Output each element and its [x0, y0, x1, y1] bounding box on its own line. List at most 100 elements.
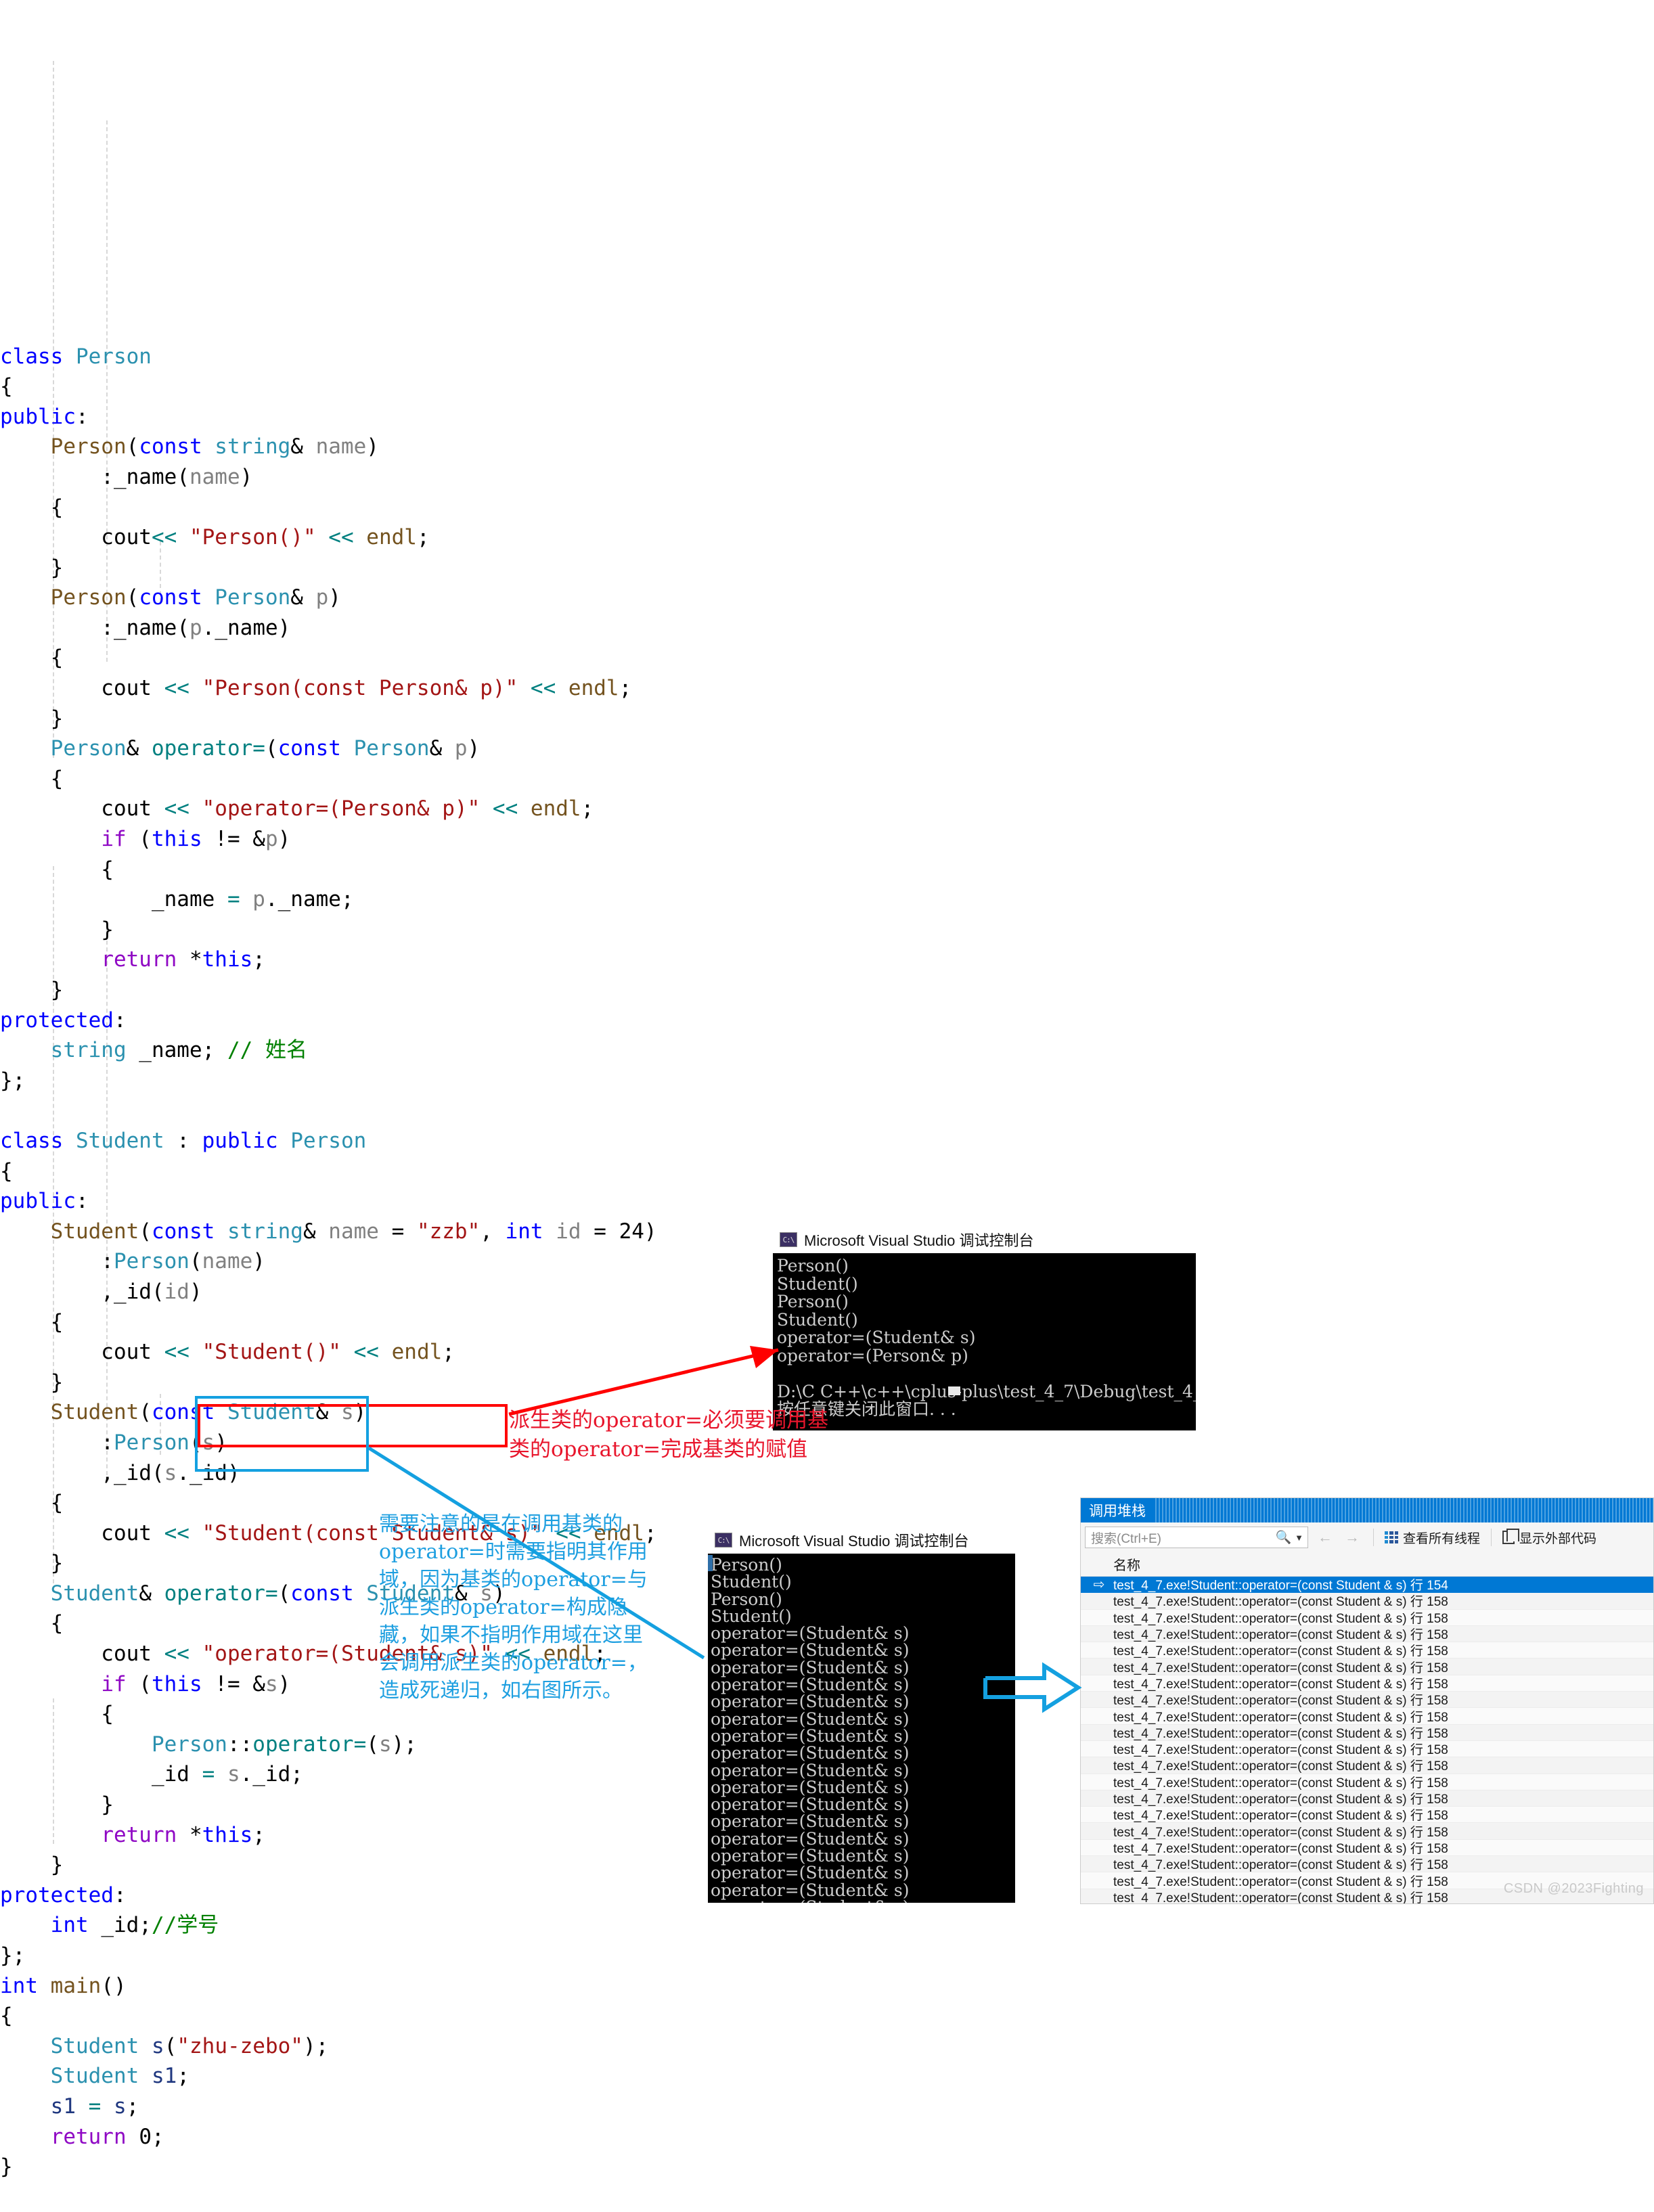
code-token: ; — [581, 796, 594, 821]
call-stack-row[interactable]: test_4_7.exe!Student::operator=(const St… — [1081, 1807, 1653, 1824]
code-token: id — [556, 1219, 581, 1244]
code-token: this — [202, 947, 253, 972]
code-token: class — [0, 1128, 76, 1153]
code-token: << — [164, 676, 202, 701]
call-stack-row[interactable]: test_4_7.exe!Student::operator=(const St… — [1081, 1724, 1653, 1741]
call-stack-row-label: test_4_7.exe!Student::operator=(const St… — [1113, 1628, 1448, 1643]
code-token: ; — [340, 887, 354, 912]
code-token: = — [227, 887, 240, 912]
code-token: Person — [50, 585, 127, 610]
code-line: ,_id(id) — [0, 1277, 846, 1307]
code-token: != & — [202, 827, 265, 852]
code-token: { — [0, 1611, 64, 1636]
code-token: s — [164, 1460, 177, 1485]
console-window-bottom[interactable]: C:\ Microsoft Visual Studio 调试控制台 Person… — [708, 1527, 1015, 1903]
console-scrollbar-bottom[interactable] — [708, 1555, 713, 1571]
code-token: return — [101, 947, 177, 972]
code-token: public — [0, 404, 76, 429]
console-window-top[interactable]: C:\ Microsoft Visual Studio 调试控制台 Person… — [773, 1226, 1196, 1430]
code-token: p — [454, 736, 468, 761]
code-token: << — [328, 525, 354, 550]
call-stack-row[interactable]: test_4_7.exe!Student::operator=(const St… — [1081, 1740, 1653, 1758]
console-titlebar: C:\ Microsoft Visual Studio 调试控制台 — [708, 1527, 1015, 1554]
console-cursor-top — [948, 1386, 960, 1395]
call-stack-row[interactable]: test_4_7.exe!Student::operator=(const St… — [1081, 1593, 1653, 1610]
code-token: int — [505, 1219, 556, 1244]
call-stack-row[interactable]: test_4_7.exe!Student::operator=(const St… — [1081, 1823, 1653, 1840]
call-stack-row-label: test_4_7.exe!Student::operator=(const St… — [1113, 1661, 1448, 1675]
code-token: ); — [303, 2033, 329, 2058]
code-token: ; — [442, 1340, 455, 1365]
code-line: if (this != &p) — [0, 824, 846, 855]
code-token: = — [202, 1762, 215, 1787]
show-external-code-button[interactable]: 显示外部代码 — [1496, 1529, 1603, 1547]
annotation-blue-note: 需要注意的是在调用基类的 operator=时需要指明其作用 域，因为基类的op… — [379, 1512, 648, 1702]
code-line: Person(const string& name) — [0, 432, 846, 462]
code-token: : — [0, 615, 114, 640]
call-stack-toolbar[interactable]: 搜索(Ctrl+E) 🔍 ▼ ← → 查看所有线程 显示外部代码 — [1081, 1522, 1653, 1552]
code-token: : — [75, 1189, 89, 1214]
code-token: , — [480, 1219, 506, 1244]
call-stack-row[interactable]: test_4_7.exe!Student::operator=(const St… — [1081, 1757, 1653, 1774]
current-frame-arrow-icon: ⇨ — [1093, 1577, 1105, 1593]
call-stack-row[interactable]: test_4_7.exe!Student::operator=(const St… — [1081, 1856, 1653, 1873]
search-icon[interactable]: 🔍 — [1275, 1529, 1291, 1545]
code-token: _name — [277, 887, 341, 912]
call-stack-row[interactable]: test_4_7.exe!Student::operator=(const St… — [1081, 1642, 1653, 1659]
code-token: ; — [126, 2094, 139, 2119]
code-line: } — [0, 553, 846, 583]
call-stack-row[interactable]: ⇨ test_4_7.exe!Student::operator=(const S… — [1081, 1577, 1653, 1594]
call-stack-row[interactable]: test_4_7.exe!Student::operator=(const St… — [1081, 1839, 1653, 1857]
code-token: Person — [50, 434, 127, 459]
code-token: _name — [113, 615, 177, 640]
code-token: } — [0, 917, 114, 942]
call-stack-row[interactable]: test_4_7.exe!Student::operator=(const St… — [1081, 1790, 1653, 1807]
code-token: "zhu-zebo" — [177, 2033, 303, 2058]
code-line: class Person — [0, 342, 846, 372]
call-stack-panel[interactable]: 调用堆栈 搜索(Ctrl+E) 🔍 ▼ ← → 查看所有线程 显示外部代码 名称… — [1080, 1497, 1654, 1904]
call-stack-row[interactable]: test_4_7.exe!Student::operator=(const St… — [1081, 1625, 1653, 1643]
call-stack-row-label: test_4_7.exe!Student::operator=(const St… — [1113, 1726, 1448, 1741]
call-stack-row[interactable]: test_4_7.exe!Student::operator=(const St… — [1081, 1609, 1653, 1626]
code-token: ( — [126, 434, 139, 459]
call-stack-row[interactable]: test_4_7.exe!Student::operator=(const St… — [1081, 1708, 1653, 1725]
code-token: { — [0, 766, 64, 791]
call-stack-row-label: test_4_7.exe!Student::operator=(const St… — [1113, 1595, 1448, 1610]
forward-arrow-icon[interactable]: → — [1345, 1529, 1360, 1546]
code-token: name — [202, 1249, 253, 1274]
call-stack-row[interactable]: test_4_7.exe!Student::operator=(const St… — [1081, 1675, 1653, 1692]
code-line: :_name(p._name) — [0, 613, 846, 644]
call-stack-row-label: test_4_7.exe!Student::operator=(const St… — [1113, 1579, 1448, 1594]
call-stack-row[interactable]: test_4_7.exe!Student::operator=(const St… — [1081, 1692, 1653, 1709]
code-line: cout<< "Person()" << endl; — [0, 522, 846, 553]
code-token: s1 — [50, 2094, 76, 2119]
code-token: ( — [126, 1671, 152, 1696]
code-token: & — [290, 434, 316, 459]
call-stack-row[interactable]: test_4_7.exe!Student::operator=(const St… — [1081, 1774, 1653, 1790]
code-token: : — [0, 1249, 114, 1274]
code-token: ) — [252, 1249, 265, 1274]
code-token: int — [50, 1913, 102, 1938]
code-line: { — [0, 1156, 846, 1187]
code-token: 0 — [139, 2124, 152, 2149]
search-input[interactable]: 搜索(Ctrl+E) 🔍 ▼ — [1085, 1527, 1308, 1548]
code-line: string _name; // 姓名 — [0, 1035, 846, 1066]
back-arrow-icon[interactable]: ← — [1318, 1529, 1333, 1546]
code-token: p — [252, 887, 265, 912]
chevron-down-icon[interactable]: ▼ — [1295, 1533, 1303, 1543]
code-token: ,_id — [0, 1279, 152, 1304]
code-token: const — [277, 736, 354, 761]
call-stack-row-label: test_4_7.exe!Student::operator=(const St… — [1113, 1694, 1448, 1709]
code-token: name — [189, 464, 240, 489]
code-token: "Person()" — [189, 525, 316, 550]
code-token: Person — [353, 736, 430, 761]
call-stack-rows[interactable]: ⇨test_4_7.exe!Student::operator=(const S… — [1081, 1577, 1653, 1903]
code-token: ( — [139, 1219, 152, 1244]
view-all-threads-button[interactable]: 查看所有线程 — [1378, 1529, 1487, 1547]
call-stack-row[interactable]: test_4_7.exe!Student::operator=(const St… — [1081, 1658, 1653, 1675]
